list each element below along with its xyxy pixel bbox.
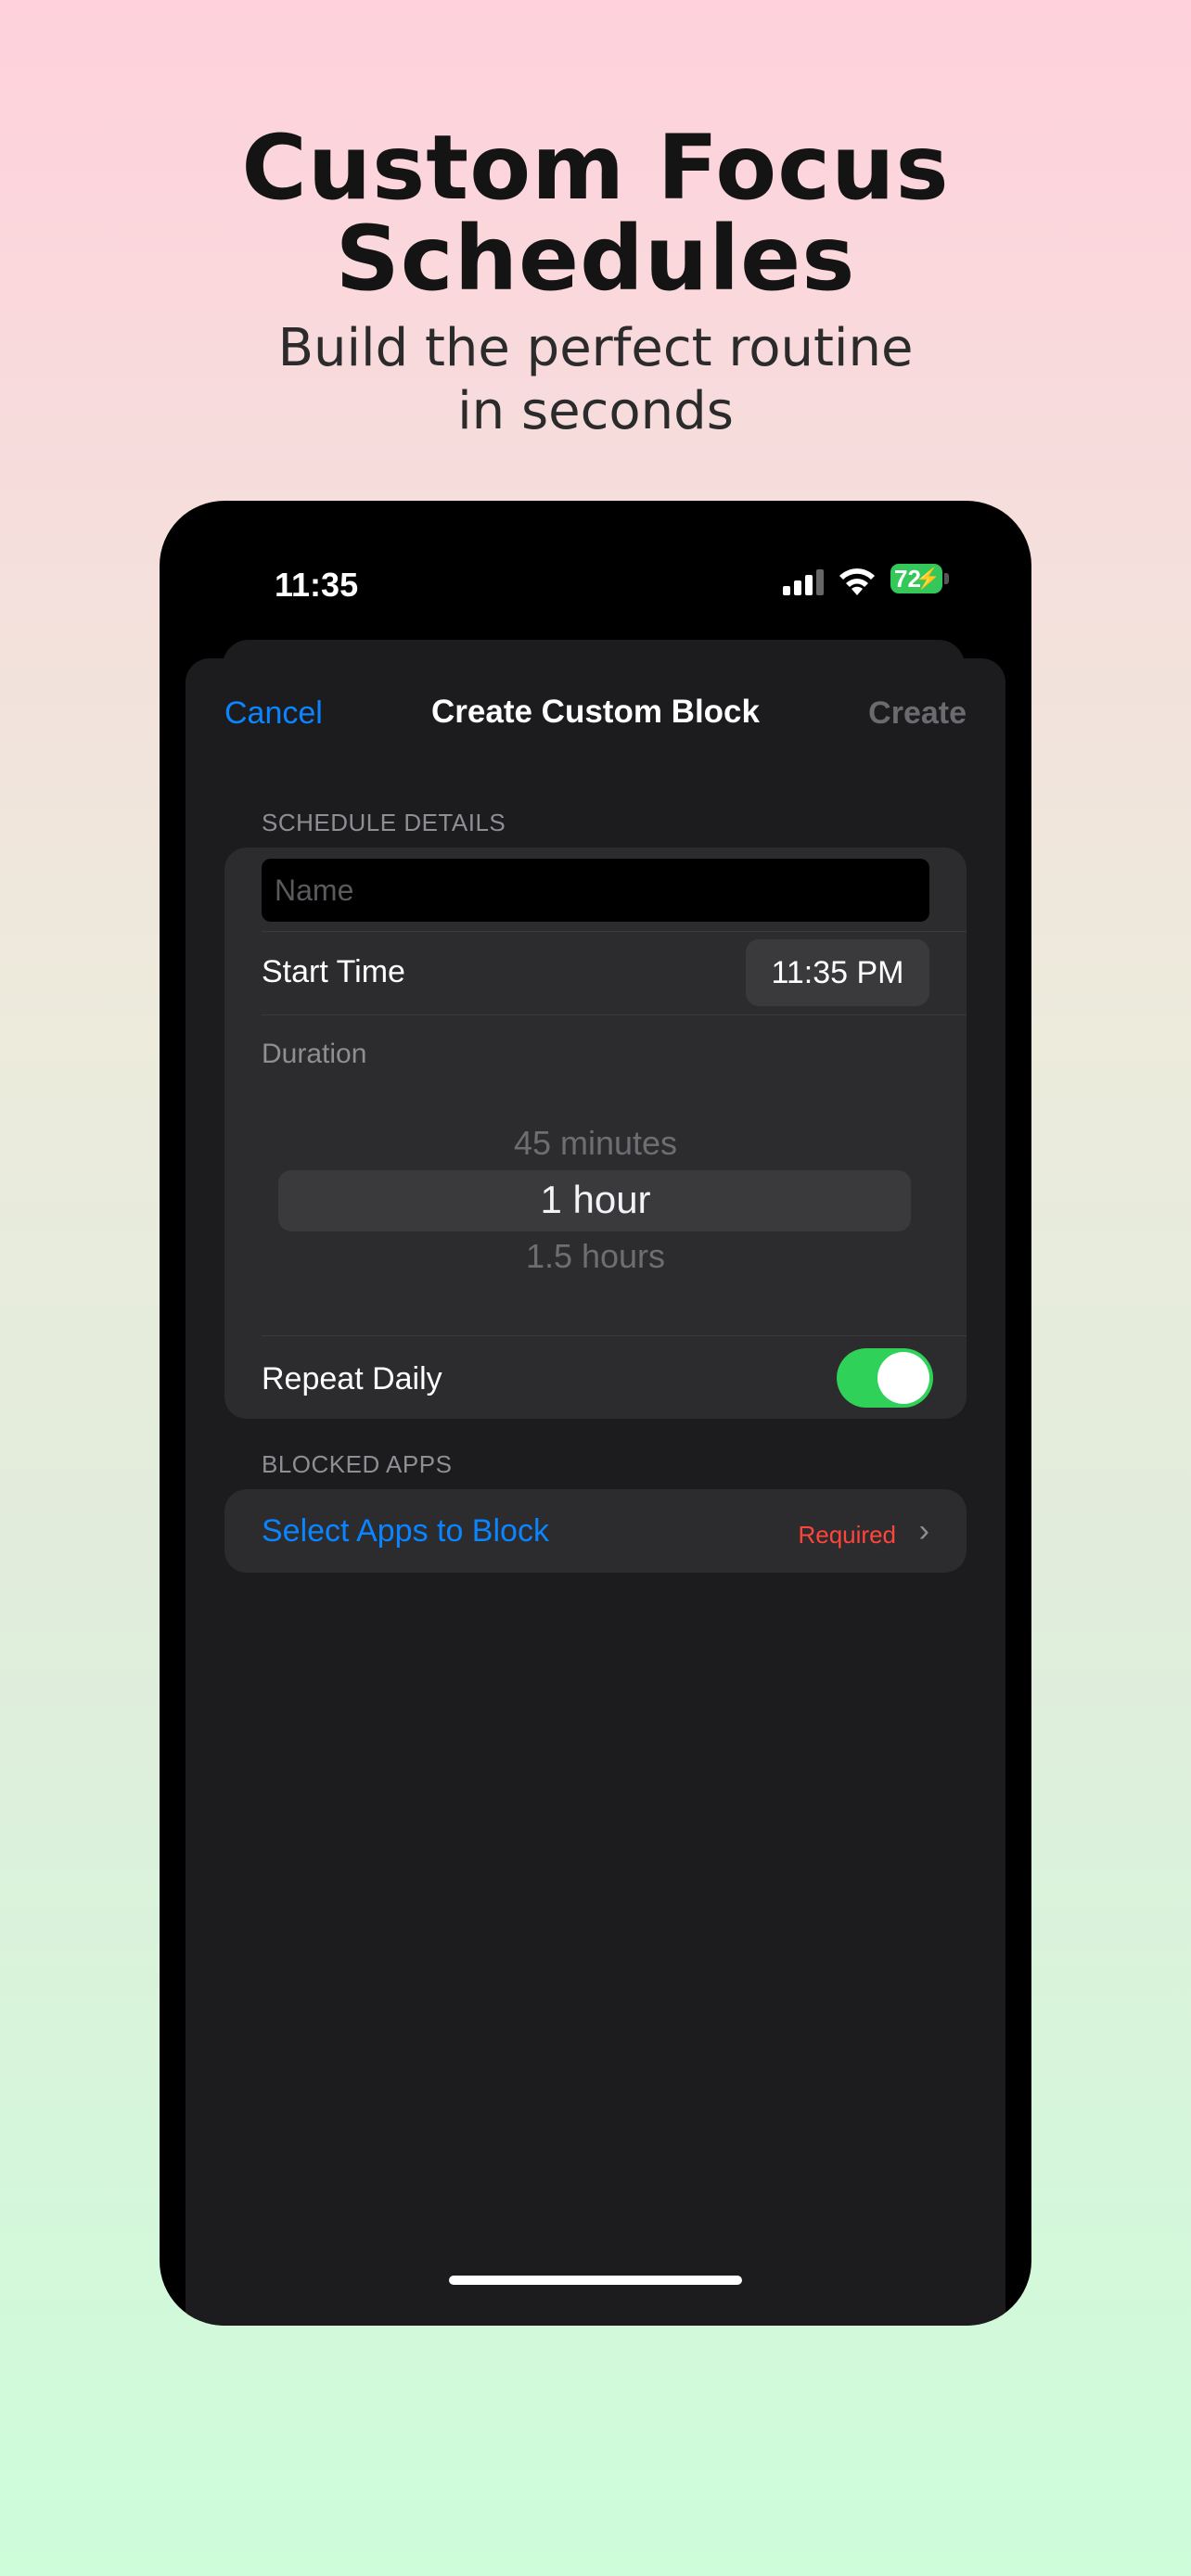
status-time: 11:35	[275, 566, 359, 604]
promo-subline-line1: Build the perfect routine	[277, 318, 914, 378]
charging-bolt-icon: ⚡	[915, 567, 941, 590]
blocked-apps-label: BLOCKED APPS	[262, 1450, 453, 1478]
schedule-details-header: SCHEDULE DETAILS	[262, 809, 506, 836]
promo-subline: Build the perfect routine in seconds	[0, 317, 1191, 443]
promo-headline: Custom Focus Schedules	[0, 122, 1191, 304]
repeat-daily-toggle[interactable]	[837, 1348, 933, 1408]
divider	[262, 931, 967, 932]
start-time-label: Start Time	[262, 954, 405, 989]
select-apps-row[interactable]: Select Apps to Block Required ›	[224, 1489, 967, 1573]
repeat-daily-label: Repeat Daily	[262, 1361, 442, 1396]
promo-subline-line2: in seconds	[457, 381, 734, 441]
divider	[262, 1014, 967, 1015]
phone-frame: 11:35 72 ⚡ Cancel Create Custom Block Cr…	[160, 501, 1031, 2326]
promo-headline-line1: Custom Focus	[241, 116, 950, 220]
duration-option-next[interactable]: 1.5 hours	[224, 1237, 967, 1276]
required-badge: Required	[798, 1521, 896, 1549]
select-apps-link[interactable]: Select Apps to Block	[262, 1513, 549, 1549]
battery-cap	[944, 573, 949, 584]
battery-icon: 72 ⚡	[890, 564, 942, 593]
name-field[interactable]	[262, 859, 929, 922]
promo-headline-line2: Schedules	[335, 207, 856, 311]
signal-icon	[783, 569, 826, 595]
divider	[262, 1335, 967, 1336]
duration-label: Duration	[262, 1039, 367, 1069]
start-time-picker[interactable]: 11:35 PM	[746, 939, 929, 1006]
create-button[interactable]: Create	[868, 695, 967, 732]
home-indicator[interactable]	[449, 2276, 742, 2285]
toggle-knob	[877, 1352, 929, 1404]
duration-option-selected[interactable]: 1 hour	[224, 1178, 967, 1222]
wifi-icon	[839, 568, 875, 595]
chevron-right-icon: ›	[918, 1513, 929, 1549]
create-block-sheet: Cancel Create Custom Block Create SCHEDU…	[186, 658, 1005, 2326]
schedule-details-group: Start Time 11:35 PM Duration 45 minutes …	[224, 848, 967, 1419]
duration-option-prev[interactable]: 45 minutes	[224, 1124, 967, 1163]
